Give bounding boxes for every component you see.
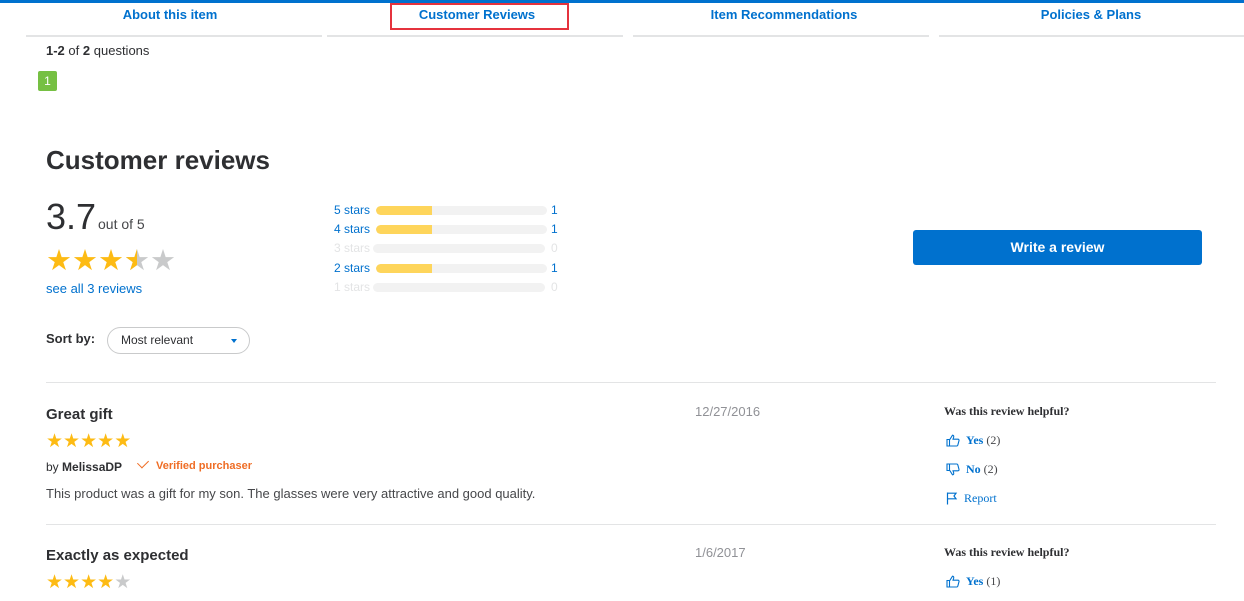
histogram-count: 1 bbox=[551, 261, 558, 275]
histogram-label: 2 stars bbox=[334, 261, 371, 275]
helpful-no-button[interactable]: No (2) bbox=[946, 460, 998, 476]
helpful-yes-button[interactable]: Yes (2) bbox=[946, 431, 1000, 447]
review-star-rating: ★★★★★ bbox=[46, 432, 131, 452]
sort-selected-value: Most relevant bbox=[121, 333, 194, 347]
review-date: 1/6/2017 bbox=[695, 545, 746, 560]
questions-count: 1-2 of 2 questions bbox=[46, 43, 150, 58]
review-date: 12/27/2016 bbox=[695, 404, 761, 419]
tab-underline bbox=[327, 35, 623, 37]
histogram-count: 0 bbox=[551, 241, 558, 255]
review-title: Exactly as expected bbox=[46, 547, 189, 564]
review-divider bbox=[46, 382, 1216, 383]
half-star-icon: ★ bbox=[124, 246, 150, 276]
tab-policies-plans[interactable]: Policies & Plans bbox=[999, 6, 1183, 26]
review-star-rating: ★★★★★ bbox=[46, 573, 131, 593]
customer-reviews-heading: Customer reviews bbox=[46, 145, 270, 175]
review-author: by MelissaDP bbox=[46, 460, 123, 474]
histogram-fill bbox=[376, 206, 433, 215]
histogram-count: 1 bbox=[551, 203, 558, 217]
thumbs-up-icon bbox=[946, 575, 960, 588]
star-icon: ★ bbox=[46, 572, 64, 593]
sort-label: Sort by: bbox=[46, 331, 96, 346]
star-icon: ★ bbox=[46, 431, 64, 452]
star-icon: ★ bbox=[80, 431, 98, 452]
tab-underline bbox=[633, 35, 929, 37]
review-title: Great gift bbox=[46, 406, 113, 423]
histogram-label: 1 stars bbox=[334, 280, 371, 294]
histogram-bar bbox=[376, 225, 547, 234]
star-icon: ★ bbox=[114, 431, 132, 452]
page-number-button[interactable]: 1 bbox=[38, 71, 57, 91]
star-icon: ★ bbox=[97, 572, 115, 593]
review-divider bbox=[46, 524, 1216, 525]
star-empty-icon: ★ bbox=[114, 572, 132, 593]
star-icon: ★ bbox=[63, 572, 81, 593]
histogram-fill bbox=[376, 264, 433, 273]
star-icon: ★ bbox=[72, 245, 98, 277]
rating-scale: out of 5 bbox=[98, 216, 145, 232]
histogram-label: 5 stars bbox=[334, 203, 371, 217]
star-icon: ★ bbox=[97, 431, 115, 452]
flag-icon bbox=[946, 492, 958, 505]
highlight-box bbox=[390, 3, 569, 30]
sort-dropdown[interactable]: Most relevant bbox=[107, 327, 250, 354]
verified-purchaser-badge: Verified purchaser bbox=[136, 456, 252, 472]
star-empty-icon: ★ bbox=[150, 245, 176, 277]
histogram-count: 0 bbox=[551, 280, 558, 294]
review-body: This product was a gift for my son. The … bbox=[46, 486, 536, 501]
thumbs-down-icon bbox=[946, 463, 960, 476]
write-review-button[interactable]: Write a review bbox=[913, 230, 1202, 265]
caret-down-icon bbox=[231, 339, 237, 343]
star-icon: ★ bbox=[98, 245, 124, 277]
star-icon: ★ bbox=[80, 572, 98, 593]
star-icon: ★ bbox=[63, 431, 81, 452]
star-icon: ★ bbox=[46, 245, 72, 277]
tab-underline bbox=[939, 35, 1244, 37]
average-star-rating: ★★★★ ★ bbox=[46, 246, 176, 276]
histogram-fill bbox=[376, 225, 433, 234]
tab-about-this-item[interactable]: About this item bbox=[78, 6, 262, 26]
check-icon bbox=[136, 456, 150, 469]
histogram-count: 1 bbox=[551, 222, 558, 236]
top-nav: About this item Customer Reviews Item Re… bbox=[0, 0, 1244, 37]
tab-item-recommendations[interactable]: Item Recommendations bbox=[692, 6, 876, 26]
histogram-bar bbox=[373, 244, 545, 253]
helpful-question: Was this review helpful? bbox=[944, 404, 1070, 418]
thumbs-up-icon bbox=[946, 434, 960, 447]
histogram-bar bbox=[373, 283, 545, 292]
report-review-link[interactable]: Report bbox=[946, 489, 997, 505]
histogram-bar bbox=[376, 264, 547, 273]
average-rating: 3.7 bbox=[46, 196, 97, 237]
helpful-yes-button[interactable]: Yes (1) bbox=[946, 572, 1000, 588]
histogram-bar bbox=[376, 206, 547, 215]
histogram-label: 3 stars bbox=[334, 241, 371, 255]
histogram-label: 4 stars bbox=[334, 222, 371, 236]
tab-underline bbox=[26, 35, 322, 37]
helpful-question: Was this review helpful? bbox=[944, 545, 1070, 559]
see-all-reviews-link[interactable]: see all 3 reviews bbox=[46, 281, 142, 296]
